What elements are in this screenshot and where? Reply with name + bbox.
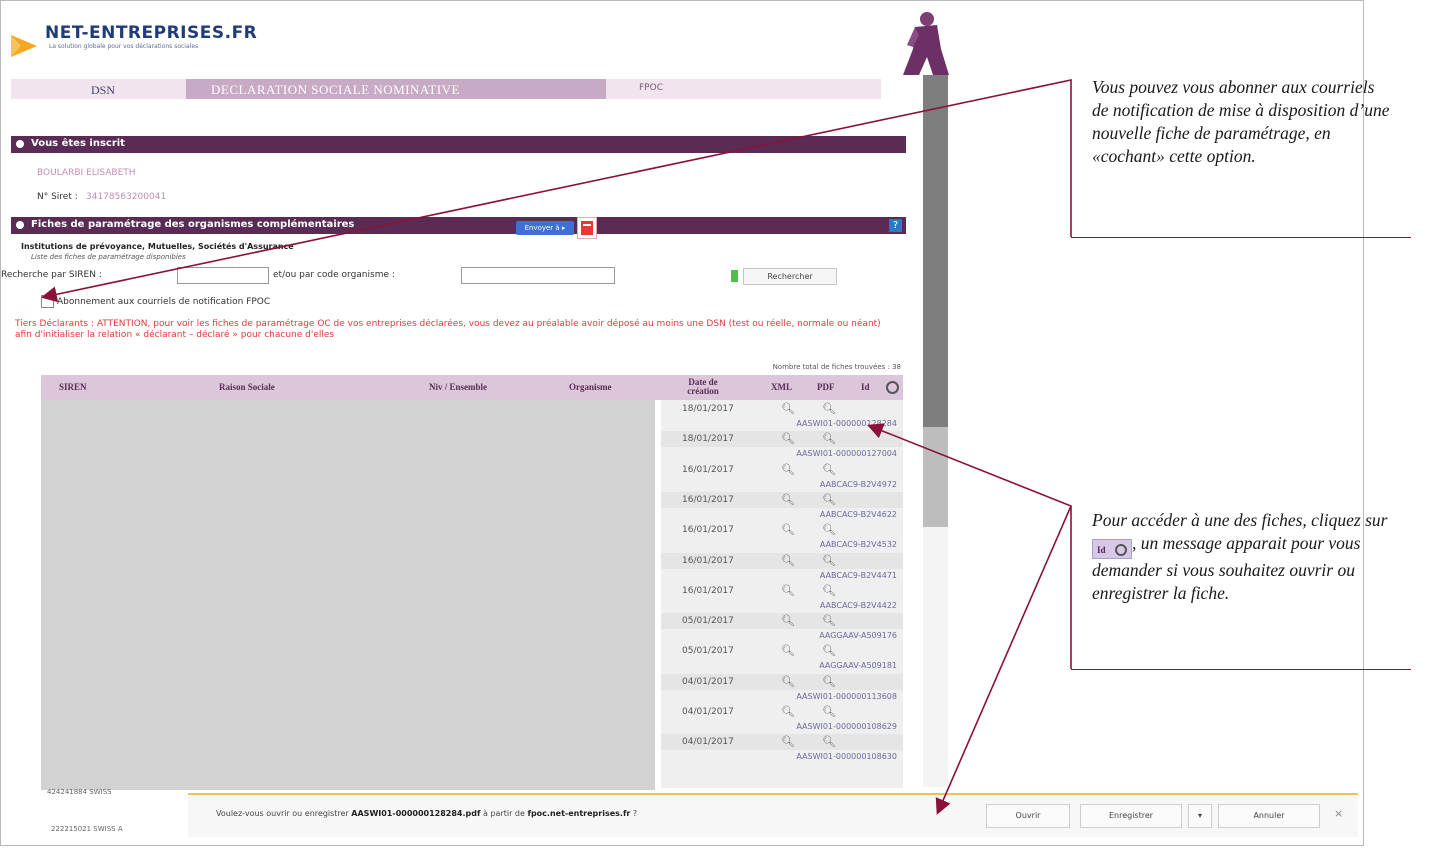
- annotation-arrows: [40, 79, 1072, 815]
- arrow-to-id-button: [867, 423, 1072, 669]
- arrow-to-download-bar: [935, 505, 1072, 815]
- arrow-to-subscribe-checkbox: [40, 79, 1072, 303]
